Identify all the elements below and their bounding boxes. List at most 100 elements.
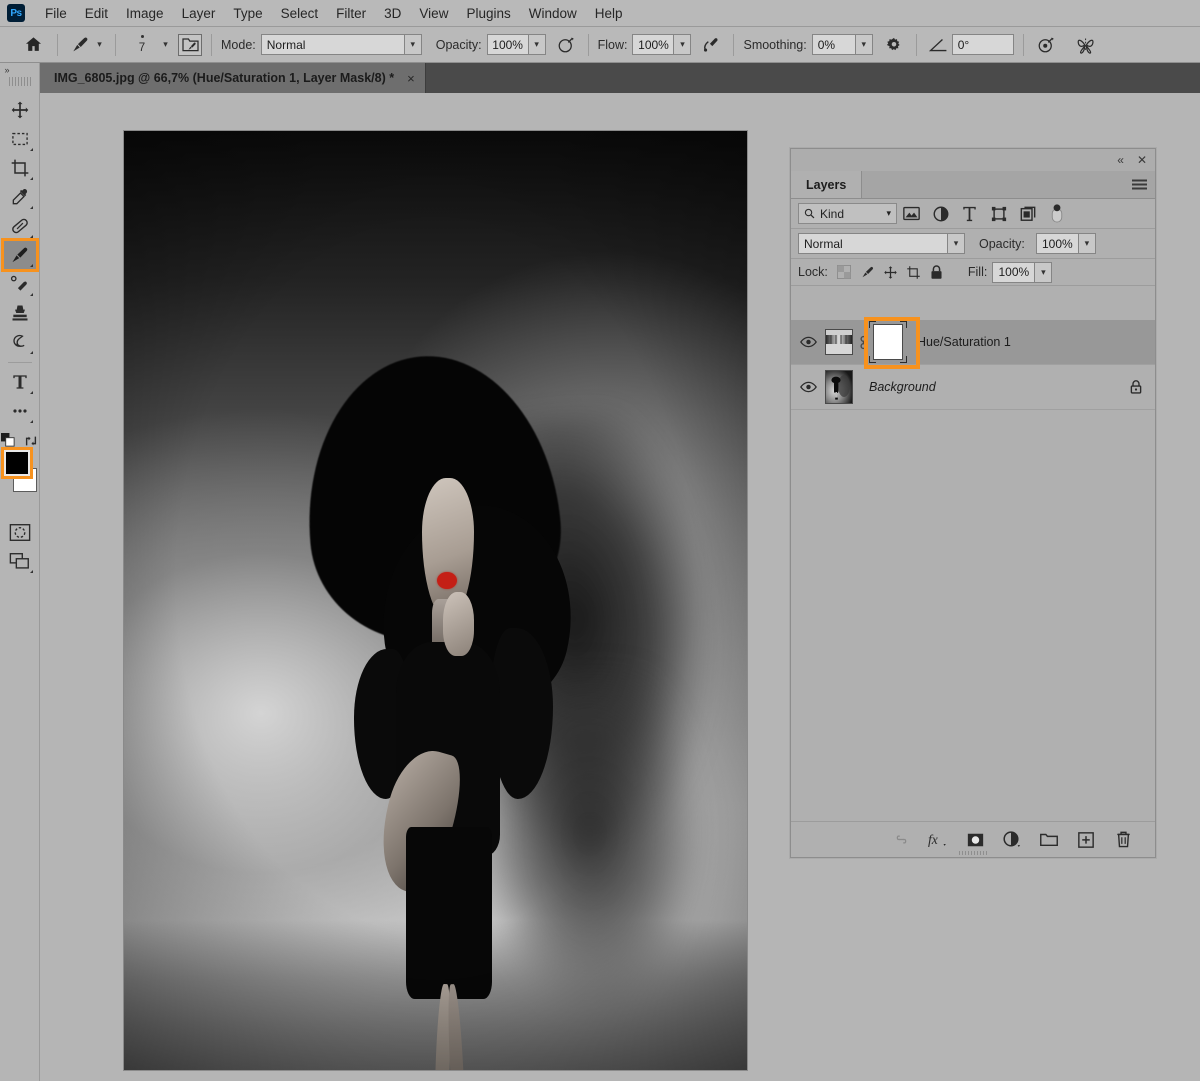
layer-mask-thumbnail[interactable] — [869, 321, 907, 363]
smoothing-field[interactable]: 0% ▾ — [811, 34, 873, 55]
chevron-down-icon[interactable]: ▾ — [93, 34, 106, 56]
menu-select[interactable]: Select — [272, 3, 328, 24]
layer-mask-link-icon[interactable] — [853, 334, 873, 351]
close-icon[interactable]: × — [407, 71, 415, 86]
close-icon[interactable]: ✕ — [1137, 153, 1147, 167]
chevron-down-icon[interactable]: ▾ — [674, 34, 692, 55]
layer-fill-value[interactable]: 100% — [992, 261, 1036, 283]
angle-value[interactable]: 0° — [951, 34, 1014, 55]
menu-file[interactable]: File — [36, 3, 76, 24]
layer-fill-field[interactable]: 100% ▾ — [992, 261, 1053, 283]
filter-pixel-icon[interactable] — [897, 202, 926, 226]
default-colors-icon[interactable] — [0, 433, 16, 448]
clone-stamp-tool[interactable] — [4, 299, 36, 327]
filter-toggle-icon[interactable] — [1042, 202, 1071, 226]
chevron-down-icon[interactable]: ▾ — [855, 34, 873, 55]
menu-edit[interactable]: Edit — [76, 3, 117, 24]
home-icon[interactable] — [18, 32, 48, 58]
menu-view[interactable]: View — [410, 3, 457, 24]
chevron-down-icon[interactable]: ▾ — [528, 34, 546, 55]
blend-mode-select[interactable]: Normal ▾ — [260, 34, 422, 55]
chevron-down-icon[interactable]: ▾ — [404, 34, 422, 55]
collapse-icon[interactable]: » — [0, 63, 40, 77]
brush-size-preview[interactable]: 7 — [125, 30, 159, 60]
lock-image-pixels-icon[interactable] — [856, 262, 879, 283]
pressure-size-icon[interactable] — [1033, 32, 1059, 58]
new-adjustment-layer-icon[interactable] — [1002, 830, 1022, 850]
lock-position-icon[interactable] — [879, 262, 902, 283]
background-layer-thumbnail[interactable] — [825, 370, 853, 404]
flow-field[interactable]: 100% ▾ — [632, 34, 692, 55]
flow-value[interactable]: 100% — [632, 34, 675, 55]
layer-visibility-toggle[interactable] — [791, 336, 825, 348]
opacity-value[interactable]: 100% — [486, 34, 529, 55]
layer-name[interactable]: Hue/Saturation 1 — [917, 335, 1011, 349]
tab-layers[interactable]: Layers — [791, 171, 863, 198]
panel-menu-icon[interactable] — [1132, 179, 1147, 190]
dodge-tool[interactable] — [4, 328, 36, 356]
filter-kind-select[interactable]: Kind ▾ — [798, 203, 897, 224]
lock-transparent-pixels-icon[interactable] — [833, 262, 856, 283]
panel-resize-grip[interactable] — [959, 851, 987, 855]
chevron-down-icon[interactable]: ▾ — [886, 208, 891, 219]
filter-type-icon[interactable] — [955, 202, 984, 226]
move-tool[interactable] — [4, 96, 36, 124]
layer-style-fx-icon[interactable]: fx — [928, 830, 948, 850]
link-layers-icon[interactable] — [891, 830, 911, 850]
layer-row-hue-saturation[interactable]: Hue/Saturation 1 — [791, 317, 1155, 369]
menu-plugins[interactable]: Plugins — [457, 3, 519, 24]
crop-tool[interactable] — [4, 154, 36, 182]
pressure-opacity-icon[interactable] — [553, 32, 579, 58]
layer-name[interactable]: Background — [869, 380, 936, 394]
menu-3d[interactable]: 3D — [375, 3, 410, 24]
document-tab[interactable]: IMG_6805.jpg @ 66,7% (Hue/Saturation 1, … — [40, 63, 426, 93]
new-group-icon[interactable] — [1039, 830, 1059, 850]
layer-opacity-field[interactable]: 100% ▾ — [1035, 233, 1096, 254]
menu-image[interactable]: Image — [117, 3, 173, 24]
screen-mode-button[interactable] — [4, 547, 36, 575]
lock-all-icon[interactable] — [925, 262, 948, 283]
filter-adjustment-icon[interactable] — [926, 202, 955, 226]
healing-brush-tool[interactable] — [4, 212, 36, 240]
collapse-icon[interactable]: « — [1117, 153, 1124, 167]
menu-layer[interactable]: Layer — [173, 3, 225, 24]
chevron-down-icon[interactable]: ▾ — [1035, 261, 1053, 283]
layer-row-background[interactable]: Background — [791, 365, 1155, 410]
opacity-field[interactable]: 100% ▾ — [486, 34, 546, 55]
brush-tool[interactable] — [0, 238, 39, 272]
delete-layer-icon[interactable] — [1113, 830, 1133, 850]
gear-icon[interactable] — [881, 32, 907, 58]
filter-shape-icon[interactable] — [984, 202, 1013, 226]
toolbar-grip[interactable] — [8, 77, 31, 86]
filter-smartobject-icon[interactable] — [1013, 202, 1042, 226]
airbrush-icon[interactable] — [698, 32, 724, 58]
brush-preset-picker[interactable]: ▾ — [67, 32, 106, 58]
brush-settings-panel-icon[interactable] — [178, 33, 202, 56]
menu-window[interactable]: Window — [520, 3, 586, 24]
type-tool[interactable] — [4, 368, 36, 396]
document-canvas[interactable] — [123, 130, 748, 1071]
layer-blend-mode-select[interactable]: Normal ▾ — [798, 233, 965, 254]
adjustment-layer-thumbnail[interactable] — [825, 329, 853, 355]
quick-mask-button[interactable] — [4, 518, 36, 546]
eraser-tool[interactable] — [4, 270, 36, 298]
layer-opacity-value[interactable]: 100% — [1035, 233, 1079, 254]
symmetry-butterfly-icon[interactable] — [1073, 32, 1099, 58]
smoothing-value[interactable]: 0% — [811, 34, 856, 55]
add-layer-mask-icon[interactable] — [965, 830, 985, 850]
rectangular-marquee-tool[interactable] — [4, 125, 36, 153]
menu-type[interactable]: Type — [224, 3, 271, 24]
chevron-down-icon[interactable]: ▾ — [159, 34, 172, 56]
swap-colors-icon[interactable] — [24, 434, 38, 448]
chevron-down-icon[interactable]: ▾ — [1078, 233, 1096, 254]
lock-artboard-icon[interactable] — [902, 262, 925, 283]
menu-help[interactable]: Help — [586, 3, 632, 24]
new-layer-icon[interactable] — [1076, 830, 1096, 850]
layer-visibility-toggle[interactable] — [791, 381, 825, 393]
menu-filter[interactable]: Filter — [327, 3, 375, 24]
layer-list[interactable]: Hue/Saturation 1 Background — [791, 317, 1155, 821]
more-tools[interactable] — [4, 397, 36, 425]
eyedropper-tool[interactable] — [4, 183, 36, 211]
chevron-down-icon[interactable]: ▾ — [948, 233, 965, 254]
foreground-color-swatch[interactable] — [0, 447, 33, 479]
